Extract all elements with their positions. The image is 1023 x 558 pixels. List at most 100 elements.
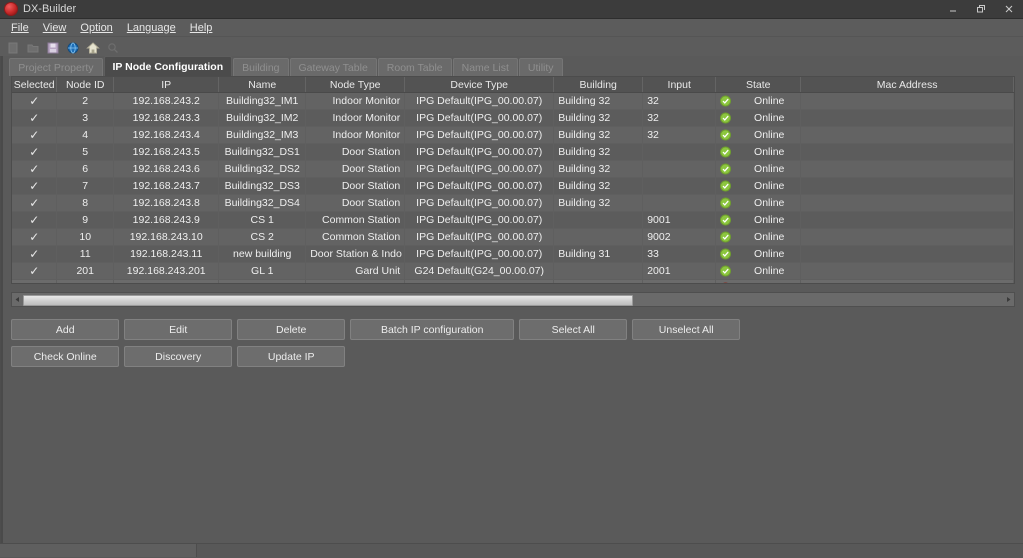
ip-node-table-container[interactable]: Selected Node ID IP Name Node Type Devic…	[11, 76, 1016, 284]
col-header-name[interactable]: Name	[218, 77, 307, 93]
online-check-icon	[720, 214, 732, 226]
col-header-state[interactable]: State	[715, 77, 802, 93]
cell-input: 32	[642, 92, 717, 110]
cell-mac-address	[800, 109, 1015, 127]
cell-name: Building32_DS2	[218, 160, 307, 178]
save-icon[interactable]	[44, 39, 62, 57]
check-online-button[interactable]: Check Online	[11, 346, 120, 367]
row-selected-checkbox[interactable]: ✓	[12, 211, 58, 229]
cell-node-id: 5	[56, 143, 115, 161]
menu-file[interactable]: File	[5, 21, 37, 35]
row-selected-checkbox[interactable]: ✓	[12, 109, 58, 127]
scrollbar-thumb[interactable]	[23, 295, 633, 306]
row-selected-checkbox[interactable]: ✓	[12, 245, 58, 263]
update-ip-button[interactable]: Update IP	[237, 346, 346, 367]
tab-ip-node-configuration[interactable]: IP Node Configuration	[103, 56, 233, 76]
scroll-left-arrow-icon[interactable]	[12, 294, 23, 305]
home-icon[interactable]	[84, 39, 102, 57]
cell-name: CS 2	[218, 228, 307, 246]
state-label: Online	[754, 197, 785, 209]
cell-ip: 192.168.243.201	[113, 262, 220, 280]
scrollbar-track[interactable]	[23, 294, 1003, 306]
edit-button[interactable]: Edit	[124, 319, 233, 340]
table-row[interactable]: ✓ 10 192.168.243.10 CS 2 Common Station IPG D…	[12, 228, 1015, 246]
cell-device-type: IPG Default(IPG_00.00.07)	[404, 160, 555, 178]
tab-project-property[interactable]: Project Property	[9, 58, 103, 76]
restore-icon[interactable]	[967, 0, 995, 18]
menu-view[interactable]: View	[37, 21, 75, 35]
row-selected-checkbox[interactable]: ✓	[12, 143, 58, 161]
table-row[interactable]: ✓ 7 192.168.243.7 Building32_DS3 Door Statio…	[12, 177, 1015, 195]
scroll-right-arrow-icon[interactable]	[1003, 294, 1014, 305]
add-button[interactable]: Add	[11, 319, 120, 340]
cell-node-type: Door Station	[305, 194, 406, 212]
cell-name: CS 1	[218, 211, 307, 229]
cell-state: Offline	[715, 279, 802, 283]
tab-building[interactable]: Building	[233, 58, 289, 76]
col-header-ip[interactable]: IP	[113, 77, 220, 93]
row-selected-checkbox[interactable]: ✓	[12, 262, 58, 280]
row-selected-checkbox[interactable]: ✓	[12, 228, 58, 246]
cell-name: GL 1	[218, 262, 307, 280]
tab-name-list[interactable]: Name List	[452, 58, 518, 76]
horizontal-scrollbar[interactable]	[11, 292, 1016, 307]
table-row[interactable]: ✓ 202192.168.243.202GL 2Gard UnitG24 Defa…	[12, 279, 1015, 283]
state-label: Offline	[732, 282, 784, 283]
table-row[interactable]: ✓ 4 192.168.243.4 Building32_IM3 Indoor Moni…	[12, 126, 1015, 144]
table-row[interactable]: ✓ 201 192.168.243.201 GL 1 Gard Unit G24 Defa…	[12, 262, 1015, 280]
cell-ip: 192.168.243.11	[113, 245, 220, 263]
delete-button[interactable]: Delete	[237, 319, 346, 340]
cell-device-type: IPG Default(IPG_00.00.07)	[404, 194, 555, 212]
row-selected-checkbox[interactable]: ✓	[12, 126, 58, 144]
row-selected-checkbox[interactable]: ✓	[12, 177, 58, 195]
batch-ip-configuration-button[interactable]: Batch IP configuration	[350, 319, 515, 340]
online-check-icon	[720, 95, 732, 107]
offline-x-icon	[720, 282, 731, 283]
menu-language[interactable]: Language	[121, 21, 184, 35]
menu-help[interactable]: Help	[184, 21, 221, 35]
table-row[interactable]: ✓ 3 192.168.243.3 Building32_IM2 Indoor Moni…	[12, 109, 1015, 127]
cell-building: Building 32	[553, 177, 644, 195]
close-icon[interactable]	[995, 0, 1023, 18]
check-icon: ✓	[29, 144, 40, 159]
tab-gateway-table[interactable]: Gateway Table	[289, 58, 377, 76]
cell-state: Online	[715, 177, 802, 195]
table-row[interactable]: ✓ 9 192.168.243.9 CS 1 Common Station IPG Def…	[12, 211, 1015, 229]
new-icon	[4, 39, 22, 57]
row-selected-checkbox[interactable]: ✓	[12, 194, 58, 212]
cell-building: Building 32	[553, 109, 644, 127]
cell-node-id: 9	[56, 211, 115, 229]
table-row[interactable]: ✓ 2 192.168.243.2 Building32_IM1 Indoor Moni…	[12, 92, 1015, 110]
cell-ip: 192.168.243.2	[113, 92, 220, 110]
cell-mac-address	[800, 143, 1015, 161]
cell-node-id: 6	[56, 160, 115, 178]
select-all-button[interactable]: Select All	[519, 319, 628, 340]
state-label: Online	[754, 95, 785, 107]
menu-option[interactable]: Option	[74, 21, 120, 35]
titlebar: DX-Builder	[0, 0, 1023, 19]
table-row[interactable]: ✓ 5 192.168.243.5 Building32_DS1 Door Statio…	[12, 143, 1015, 161]
discovery-button[interactable]: Discovery	[124, 346, 233, 367]
table-row[interactable]: ✓ 6 192.168.243.6 Building32_DS2 Door Statio…	[12, 160, 1015, 178]
cell-name: Building32_IM2	[218, 109, 307, 127]
cell-input	[642, 194, 717, 212]
col-header-mac-address[interactable]: Mac Address	[800, 77, 1015, 93]
col-header-input[interactable]: Input	[642, 77, 717, 93]
tab-utility[interactable]: Utility	[518, 58, 563, 76]
table-row[interactable]: ✓ 11 192.168.243.11 new building Door Statio…	[12, 245, 1015, 263]
col-header-node-type[interactable]: Node Type	[305, 77, 406, 93]
tab-room-table[interactable]: Room Table	[377, 58, 452, 76]
row-selected-checkbox[interactable]: ✓	[12, 160, 58, 178]
row-selected-checkbox[interactable]: ✓	[12, 279, 58, 283]
tab-label: Room Table	[386, 61, 443, 74]
col-header-building[interactable]: Building	[553, 77, 644, 93]
col-header-device-type[interactable]: Device Type	[404, 77, 555, 93]
cell-ip: 192.168.243.5	[113, 143, 220, 161]
minimize-icon[interactable]	[939, 0, 967, 18]
col-header-node-id[interactable]: Node ID	[56, 77, 115, 93]
table-row[interactable]: ✓ 8 192.168.243.8 Building32_DS4 Door Statio…	[12, 194, 1015, 212]
globe-icon[interactable]	[64, 39, 82, 57]
col-header-selected[interactable]: Selected	[12, 77, 58, 93]
row-selected-checkbox[interactable]: ✓	[12, 92, 58, 110]
unselect-all-button[interactable]: Unselect All	[632, 319, 741, 340]
